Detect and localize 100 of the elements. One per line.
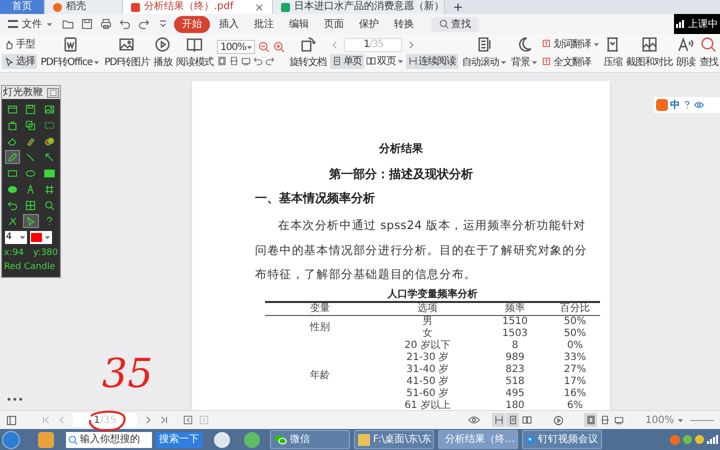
bag-icon [7, 120, 18, 130]
file-menu[interactable]: 文件 [4, 16, 57, 32]
start-button[interactable] [2, 430, 20, 448]
view-mode-button[interactable]: 单页 [330, 54, 364, 68]
table-cell-text: 16% [562, 388, 588, 400]
sidebar-icon[interactable] [6, 414, 17, 426]
tab[interactable]: 首页 [0, 0, 45, 14]
zoom-value: 100% [645, 414, 674, 428]
filled-ellipse-icon [7, 184, 18, 194]
new-tab-button[interactable]: + [445, 0, 472, 14]
caret-icon [246, 44, 254, 50]
toolbar-button[interactable]: 截图和对比 [626, 36, 673, 70]
menu-tab[interactable]: 转换 [388, 16, 420, 32]
view-toggle-button[interactable] [506, 413, 520, 427]
toolbar-button[interactable]: 背景 [510, 36, 538, 70]
table-cell-text: 989 [504, 352, 526, 364]
toolbar-button[interactable]: 查找 [699, 36, 718, 70]
table-cell-text: 17% [562, 376, 588, 388]
tool-button[interactable] [23, 214, 39, 228]
toolbar-button-label: 播放 [154, 56, 172, 70]
view-mode-button[interactable]: 连续阅读 [406, 54, 458, 68]
tab[interactable]: 分析结果（终）.pdf × [123, 0, 273, 14]
view-toggle-button[interactable] [492, 413, 506, 427]
zoom-dropdown[interactable]: 100% [645, 412, 684, 428]
toolbar-button[interactable]: 自动滚动 [462, 36, 507, 70]
more-options-button[interactable]: ••• [6, 393, 24, 408]
taskbar-window-button[interactable]: 微信 [270, 430, 350, 449]
toolbar-button[interactable]: 阅读模式 [176, 36, 214, 70]
column-header: 频率 [480, 302, 550, 316]
toolbar-button-label: 背景 [510, 56, 530, 70]
pen-color-select[interactable] [30, 231, 52, 244]
menu-tab[interactable]: 插入 [213, 16, 245, 32]
close-tab-button[interactable]: × [254, 2, 264, 12]
input-method-logo-icon [656, 99, 668, 111]
toolbar-button[interactable]: PDF转图片 [104, 36, 150, 70]
undo-icon[interactable] [253, 56, 264, 66]
translate-button[interactable]: 划词翻译 [542, 36, 600, 52]
single-page-icon [508, 415, 518, 425]
printer-icon[interactable] [100, 18, 112, 30]
view-mode-button[interactable]: 双页 [364, 54, 406, 68]
table-cell: 性别 [310, 322, 330, 334]
view-toggle-button[interactable] [584, 413, 598, 427]
marker-icon [25, 136, 36, 146]
fit-width-icon[interactable] [229, 56, 240, 66]
pointer-mode-label: 手型 [16, 38, 35, 52]
tab[interactable]: 日本进口水产品的消费意愿（新） [273, 0, 445, 14]
toolbar-button[interactable]: 播放 [154, 36, 172, 70]
play-icon[interactable] [553, 414, 564, 426]
layout-icon [25, 200, 36, 210]
line-width-select[interactable]: 4 [5, 231, 27, 244]
pointer-mode-button[interactable]: 选择 [2, 54, 37, 69]
signal-bars-icon [707, 435, 718, 444]
zoom-in-icon[interactable] [273, 41, 286, 53]
input-method-bar[interactable]: 中 [654, 97, 720, 113]
color-swatch [31, 233, 42, 242]
tab-label: 分析结果（终）.pdf [144, 2, 234, 12]
back-icon[interactable] [183, 415, 193, 425]
translate-button[interactable]: 全文翻译 [542, 54, 600, 70]
menu-tab[interactable]: 批注 [248, 16, 280, 32]
menu-tab[interactable]: 编辑 [283, 16, 315, 32]
toolbar-button[interactable]: 压缩 [604, 36, 622, 70]
table-cell-text: 50% [562, 316, 588, 328]
eye-icon[interactable] [468, 414, 480, 426]
pointer-mode-button[interactable]: 手型 [2, 37, 37, 52]
app-icon[interactable] [214, 432, 230, 448]
caret-icon [19, 234, 26, 241]
search-submit-button[interactable]: 搜索一下 [156, 432, 202, 448]
last-page-icon[interactable] [159, 415, 169, 425]
redo-icon[interactable] [265, 56, 276, 66]
page-number-field[interactable]: 1/35 [344, 38, 402, 52]
window-icon [7, 104, 18, 114]
redo-icon[interactable] [138, 18, 150, 30]
window-title: 钉钉视频会议 [538, 432, 598, 447]
toolbar-button[interactable]: PDF转Office [40, 36, 100, 70]
tab[interactable]: 稻壳 [45, 0, 123, 14]
search-button[interactable]: 查找 [431, 16, 479, 32]
tab-label: 日本进口水产品的消费意愿（新） [294, 2, 444, 12]
table-cell-text: 823 [504, 364, 526, 376]
table-cell-text: 61 岁以上 [404, 400, 452, 410]
dashed-rectangle-icon [44, 120, 55, 130]
fit-page-icon[interactable] [217, 56, 228, 66]
toolbar-button[interactable]: 旋转文档 [289, 36, 326, 70]
taskbar-window-button[interactable]: F:\桌面\东\东 [354, 430, 434, 449]
zoom-field[interactable]: 100% [217, 40, 256, 54]
toolbar-button[interactable]: 朗读 [676, 36, 696, 70]
folder-icon[interactable] [62, 18, 74, 30]
translate-label: 全文翻译 [554, 56, 591, 70]
zoom-out-icon[interactable] [258, 41, 270, 53]
actual-size-icon[interactable] [241, 56, 252, 66]
toolbar-button-label: 旋转文档 [289, 56, 326, 70]
menu-tab[interactable]: 保护 [353, 16, 385, 32]
two-pages-icon [522, 415, 532, 425]
panel-close-button[interactable]: □ [47, 88, 59, 98]
table-cell-text: 21-30 岁 [405, 352, 450, 364]
search-field[interactable]: 输入你想搜的 [66, 432, 152, 448]
menu-tab[interactable]: 页面 [318, 16, 350, 32]
tool-button[interactable] [5, 150, 20, 164]
taskbar-window-button[interactable]: 钉钉视频会议 [522, 430, 602, 449]
undo-icon[interactable] [119, 18, 131, 30]
menu-tab[interactable]: 开始 [174, 16, 210, 32]
